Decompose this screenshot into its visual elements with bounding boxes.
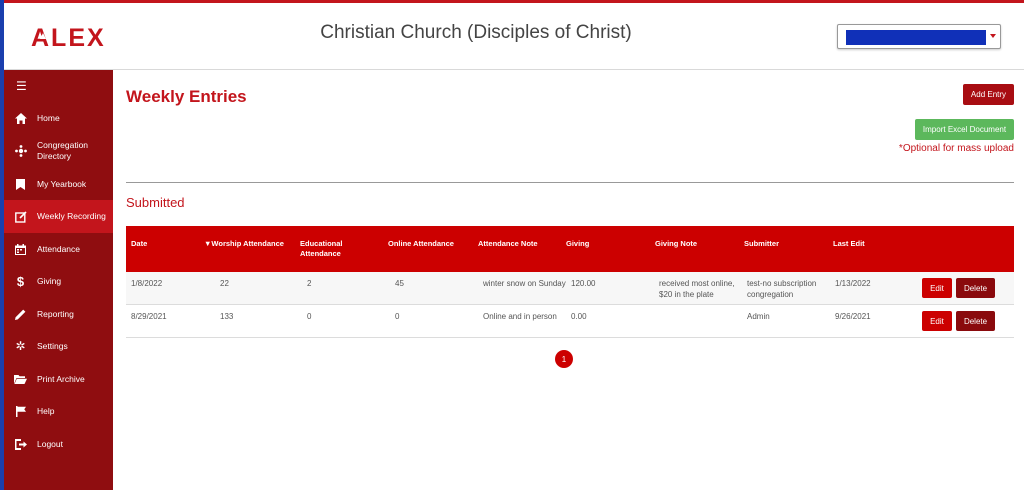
sidebar-item-reporting[interactable]: Reporting <box>4 298 113 330</box>
cell-attendance-note: Online and in person <box>483 312 557 321</box>
sidebar-item-label: Reporting <box>37 308 74 319</box>
pencil-icon <box>4 309 37 320</box>
cell-submitter: test-no subscription congregation <box>747 279 817 299</box>
sidebar-item-settings[interactable]: ✲ Settings <box>4 330 113 362</box>
section-divider <box>126 182 1014 183</box>
edit-button[interactable]: Edit <box>922 278 952 298</box>
column-header-date[interactable]: Date <box>131 239 147 249</box>
cell-online-attendance: 45 <box>395 279 404 288</box>
table-header: Date ▼Worship Attendance Educational Att… <box>126 226 1014 272</box>
table-row: 1/8/2022 22 2 45 winter snow on Sunday 1… <box>126 272 1014 305</box>
church-name: Christian Church (Disciples of Christ) <box>320 22 632 43</box>
column-header-last-edit[interactable]: Last Edit <box>833 239 865 249</box>
delete-button[interactable]: Delete <box>956 278 995 298</box>
cell-educational-attendance: 2 <box>307 279 312 288</box>
edit-square-icon <box>4 210 37 223</box>
column-header-educational-attendance[interactable]: Educational Attendance <box>300 239 360 259</box>
add-entry-button[interactable]: Add Entry <box>963 84 1014 105</box>
home-icon <box>4 112 37 124</box>
sidebar-item-label: Print Archive <box>37 373 85 384</box>
cell-worship-attendance: 22 <box>220 279 229 288</box>
app-frame: ALEX Christian Church (Disciples of Chri… <box>0 0 1024 490</box>
sidebar-item-my-yearbook[interactable]: My Yearbook <box>4 168 113 200</box>
cell-giving-note: received most online, $20 in the plate <box>659 279 735 299</box>
cell-attendance-note: winter snow on Sunday <box>483 279 566 288</box>
sidebar-item-help[interactable]: Help <box>4 395 113 427</box>
redacted-user-name <box>846 30 986 45</box>
cell-worship-attendance: 133 <box>220 312 234 321</box>
folder-icon <box>4 374 37 384</box>
sidebar-item-congregation-directory[interactable]: Congregation Directory <box>4 136 113 166</box>
column-header-giving[interactable]: Giving <box>566 239 589 249</box>
sidebar-item-label: My Yearbook <box>37 178 87 189</box>
logout-icon <box>4 438 37 450</box>
column-header-giving-note[interactable]: Giving Note <box>655 239 697 249</box>
sidebar-item-logout[interactable]: Logout <box>4 428 113 460</box>
cell-date: 1/8/2022 <box>131 279 163 288</box>
cell-giving: 120.00 <box>571 279 596 288</box>
gear-icon: ✲ <box>15 339 26 353</box>
directory-icon <box>4 145 37 157</box>
cell-online-attendance: 0 <box>395 312 400 321</box>
sidebar-item-label: Settings <box>37 340 68 351</box>
cell-last-edit: 9/26/2021 <box>835 312 871 321</box>
table-row: 8/29/2021 133 0 0 Online and in person 0… <box>126 305 1014 338</box>
cell-giving: 0.00 <box>571 312 587 321</box>
import-excel-button[interactable]: Import Excel Document <box>915 119 1014 140</box>
submitted-section-title: Submitted <box>126 195 185 210</box>
left-accent-line <box>0 0 4 490</box>
main-content: Weekly Entries Add Entry Import Excel Do… <box>113 70 1024 490</box>
column-header-submitter[interactable]: Submitter <box>744 239 779 249</box>
sidebar-item-weekly-recording[interactable]: Weekly Recording <box>4 200 113 233</box>
cell-submitter: Admin <box>747 312 770 321</box>
weekly-entries-table: Date ▼Worship Attendance Educational Att… <box>126 226 1014 338</box>
sidebar-item-label: Congregation Directory <box>37 140 89 161</box>
column-header-online-attendance[interactable]: Online Attendance <box>388 239 454 249</box>
cell-last-edit: 1/13/2022 <box>835 279 871 288</box>
sidebar-item-label: Weekly Recording <box>37 211 106 222</box>
optional-upload-note: *Optional for mass upload <box>898 143 1014 154</box>
sidebar-item-print-archive[interactable]: Print Archive <box>4 363 113 395</box>
page-title: Weekly Entries <box>126 87 247 106</box>
cell-educational-attendance: 0 <box>307 312 312 321</box>
delete-button[interactable]: Delete <box>956 311 995 331</box>
hamburger-icon[interactable]: ☰ <box>16 79 27 93</box>
cell-date: 8/29/2021 <box>131 312 167 321</box>
column-header-worship-attendance[interactable]: ▼Worship Attendance <box>204 239 284 249</box>
chevron-down-icon <box>990 34 996 38</box>
sidebar-item-label: Giving <box>37 275 62 286</box>
sidebar-item-label: Help <box>37 405 55 416</box>
sidebar-item-home[interactable]: Home <box>4 102 113 134</box>
edit-button[interactable]: Edit <box>922 311 952 331</box>
user-select-dropdown[interactable] <box>837 24 1001 49</box>
sidebar-item-label: Home <box>37 112 60 123</box>
app-header: ALEX Christian Church (Disciples of Chri… <box>4 3 1024 70</box>
sidebar-item-label: Logout <box>37 438 63 449</box>
sidebar-item-giving[interactable]: $ Giving <box>4 265 113 297</box>
column-header-attendance-note[interactable]: Attendance Note <box>478 239 538 249</box>
sidebar-item-label: Attendance <box>37 243 81 254</box>
bookmark-icon <box>4 178 37 190</box>
alex-logo[interactable]: ALEX <box>31 24 121 50</box>
dollar-icon: $ <box>16 273 25 289</box>
sidebar: ☰ Home Congregation Directory My Yearboo… <box>4 70 113 490</box>
sidebar-item-attendance[interactable]: Attendance <box>4 233 113 265</box>
flag-icon <box>4 405 37 417</box>
pagination-page-1[interactable]: 1 <box>555 350 573 368</box>
calendar-icon <box>4 243 37 255</box>
